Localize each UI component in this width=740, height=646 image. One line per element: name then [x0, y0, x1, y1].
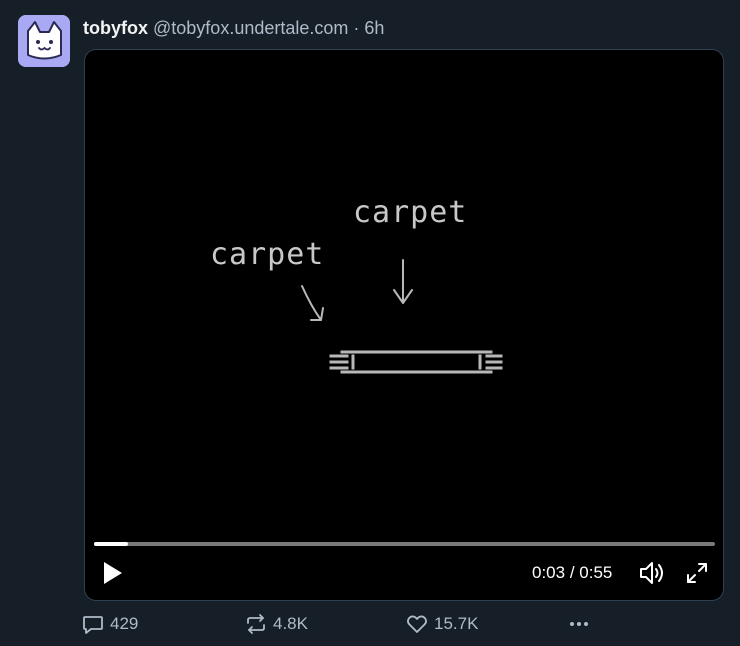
carpet-label-left: carpet: [210, 237, 324, 272]
more-options-button[interactable]: [568, 612, 590, 636]
duration: 0:55: [579, 563, 613, 582]
carpet-drawing: [329, 350, 503, 374]
comment-icon: [83, 616, 103, 634]
fullscreen-icon: [687, 563, 707, 583]
progress-fill: [94, 542, 128, 546]
post: tobyfox @tobyfox.undertale.com · 6h carp…: [0, 0, 740, 646]
handle[interactable]: @tobyfox.undertale.com: [153, 18, 348, 38]
more-icon: [570, 622, 588, 626]
play-button[interactable]: [101, 560, 125, 586]
volume-button[interactable]: [638, 560, 666, 586]
current-time: 0:03: [532, 563, 566, 582]
play-icon: [104, 562, 122, 584]
video-frame: carpet carpet: [210, 195, 503, 374]
volume-icon: [640, 562, 663, 584]
like-button[interactable]: 15.7K: [406, 612, 478, 636]
down-arrow: [393, 259, 413, 304]
separator-dot: ·: [353, 18, 360, 38]
video-player[interactable]: carpet carpet 0:03 / 0:55: [84, 49, 724, 601]
diagonal-arrow: [301, 285, 324, 321]
repost-icon: [247, 614, 265, 634]
carpet-label-right: carpet: [353, 195, 467, 230]
time-readout: 0:03 / 0:55: [532, 562, 612, 584]
timestamp[interactable]: 6h: [364, 18, 384, 38]
cat-face-icon: [18, 15, 70, 67]
reply-button[interactable]: 429: [82, 612, 138, 636]
display-name[interactable]: tobyfox: [83, 18, 148, 38]
progress-bar[interactable]: [94, 542, 715, 546]
repost-button[interactable]: 4.8K: [245, 612, 308, 636]
fullscreen-button[interactable]: [685, 561, 709, 585]
repost-count: 4.8K: [273, 614, 308, 633]
heart-icon: [407, 615, 427, 633]
time-separator: /: [565, 563, 580, 582]
like-count: 15.7K: [434, 614, 479, 633]
avatar[interactable]: [18, 15, 70, 67]
post-header: tobyfox @tobyfox.undertale.com · 6h: [83, 17, 384, 39]
reply-count: 429: [110, 614, 139, 633]
post-actions: 429 4.8K 15.7K: [82, 612, 602, 636]
